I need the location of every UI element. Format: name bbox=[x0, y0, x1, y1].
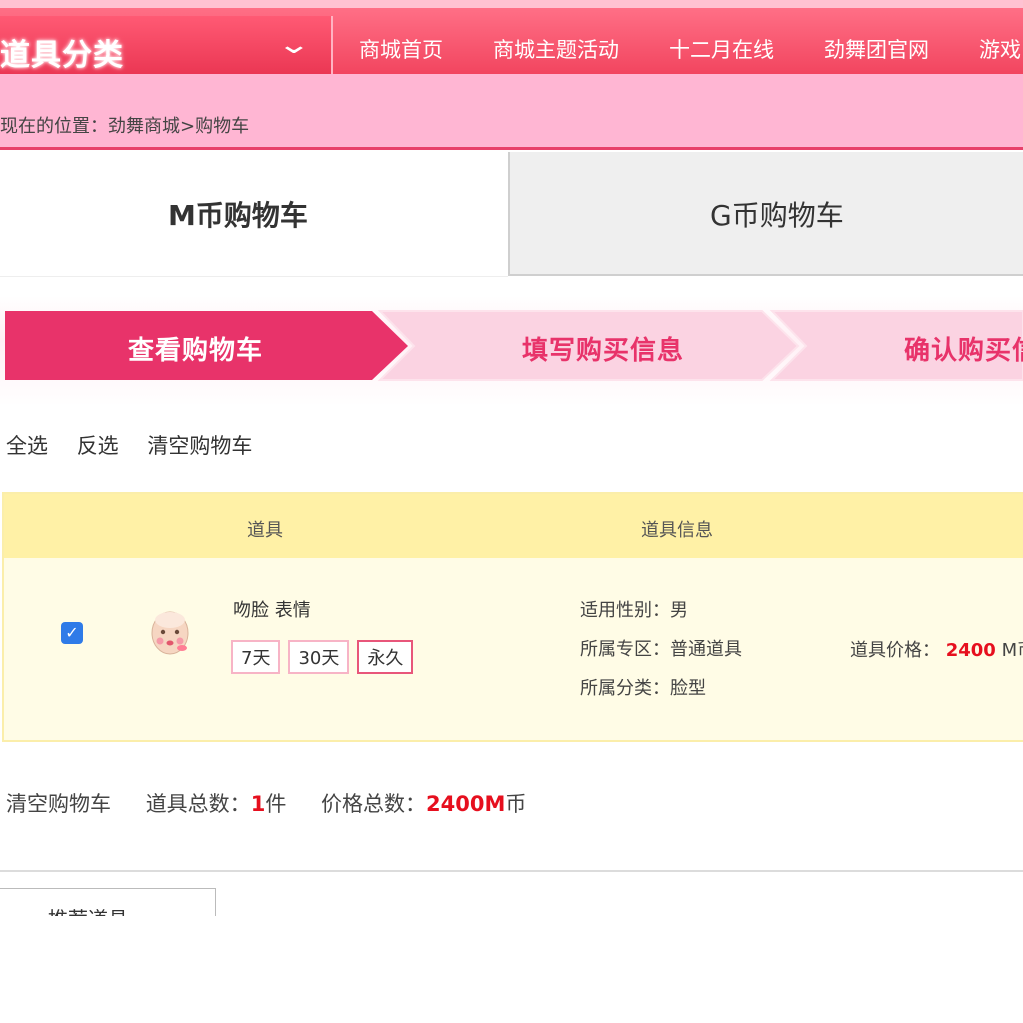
checkout-steps: 查看购物车 填写购买信息 确认购买信息 bbox=[0, 296, 1023, 406]
clear-cart-link[interactable]: 清空购物车 bbox=[147, 434, 252, 458]
info-category: 所属分类：脸型 bbox=[580, 674, 706, 700]
summary-total: 2400M bbox=[426, 792, 506, 816]
gender-label: 适用性别： bbox=[580, 600, 670, 621]
recommend-label: 推荐道具 bbox=[48, 903, 128, 916]
tab-m-coin-label: M币购物车 bbox=[168, 199, 308, 232]
step-confirm: 确认购买信息 bbox=[904, 336, 1023, 366]
header-item: 道具 bbox=[247, 520, 283, 541]
duration-30-days[interactable]: 30天 bbox=[288, 640, 350, 674]
item-thumbnail bbox=[151, 611, 189, 655]
duration-options: 7天 30天 永久 bbox=[231, 640, 421, 674]
price-currency: M币 bbox=[1001, 640, 1023, 661]
summary-clear-cart[interactable]: 清空购物车 bbox=[6, 792, 111, 816]
nav-game[interactable]: 游戏 bbox=[979, 34, 1021, 64]
tab-g-coin-label: G币购物车 bbox=[710, 199, 844, 232]
breadcrumb: 现在的位置：劲舞商城>购物车 bbox=[0, 112, 249, 138]
table-header: 道具 道具信息 bbox=[4, 494, 1023, 558]
select-all-link[interactable]: 全选 bbox=[6, 434, 48, 458]
cart-summary: 清空购物车 道具总数：1件 价格总数：2400M币 bbox=[6, 788, 526, 818]
info-zone: 所属专区：普通道具 bbox=[580, 635, 742, 661]
nav-theme-events[interactable]: 商城主题活动 bbox=[493, 34, 619, 64]
category-menu[interactable]: 道具分类 ⌄ bbox=[0, 16, 333, 82]
duration-permanent[interactable]: 永久 bbox=[357, 640, 414, 674]
item-name: 吻脸 表情 bbox=[233, 600, 311, 621]
invert-selection-link[interactable]: 反选 bbox=[77, 434, 119, 458]
cart-tabs: M币购物车 G币购物车 bbox=[0, 152, 1023, 277]
nav-december-online[interactable]: 十二月在线 bbox=[669, 34, 774, 64]
price-value: 2400 bbox=[945, 640, 996, 661]
header-item-info: 道具信息 bbox=[641, 520, 713, 541]
category-value: 脸型 bbox=[670, 678, 706, 699]
tab-g-coin-cart[interactable]: G币购物车 bbox=[508, 152, 1023, 276]
zone-value: 普通道具 bbox=[670, 639, 742, 660]
step-view-cart: 查看购物车 bbox=[128, 336, 264, 366]
category-title: 道具分类 bbox=[0, 38, 124, 73]
table-row: ✓ 吻脸 表情 7天 30天 永久 适用性别：男 所属专区：普通道具 所属分类：… bbox=[4, 558, 1023, 742]
summary-total-unit: 币 bbox=[505, 792, 527, 816]
summary-total-label: 价格总数： bbox=[321, 792, 426, 816]
top-navbar: 道具分类 ⌄ 商城首页 商城主题活动 十二月在线 劲舞团官网 游戏 bbox=[0, 0, 1023, 82]
nav-home[interactable]: 商城首页 bbox=[359, 34, 443, 64]
summary-count-label: 道具总数： bbox=[145, 792, 251, 816]
summary-count: 1 bbox=[250, 792, 266, 816]
chevron-down-icon[interactable]: ⌄ bbox=[276, 30, 311, 60]
breadcrumb-path[interactable]: 劲舞商城>购物车 bbox=[108, 116, 249, 137]
breadcrumb-bar: 现在的位置：劲舞商城>购物车 bbox=[0, 74, 1023, 150]
breadcrumb-label: 现在的位置： bbox=[0, 116, 108, 137]
price-label: 道具价格： bbox=[850, 640, 940, 661]
nav-official-site[interactable]: 劲舞团官网 bbox=[824, 34, 929, 64]
main-nav: 商城首页 商城主题活动 十二月在线 劲舞团官网 游戏 bbox=[335, 16, 1023, 82]
gender-value: 男 bbox=[670, 600, 688, 621]
cart-actions: 全选 反选 清空购物车 bbox=[6, 430, 274, 460]
summary-count-unit: 件 bbox=[265, 792, 287, 816]
recommend-tab[interactable]: 推荐道具 bbox=[0, 888, 216, 916]
row-checkbox[interactable]: ✓ bbox=[61, 622, 83, 644]
info-gender: 适用性别：男 bbox=[580, 596, 688, 622]
zone-label: 所属专区： bbox=[580, 639, 670, 660]
section-divider bbox=[0, 870, 1023, 872]
item-price: 道具价格： 2400 M币 bbox=[850, 636, 1023, 662]
category-label: 所属分类： bbox=[580, 678, 670, 699]
duration-7-days[interactable]: 7天 bbox=[231, 640, 281, 674]
cart-table: 道具 道具信息 ✓ 吻脸 表情 7天 30天 永久 适用性别：男 所属专区：普通… bbox=[2, 492, 1023, 742]
step-fill-info: 填写购买信息 bbox=[522, 336, 685, 366]
tab-m-coin-cart[interactable]: M币购物车 bbox=[0, 152, 508, 277]
